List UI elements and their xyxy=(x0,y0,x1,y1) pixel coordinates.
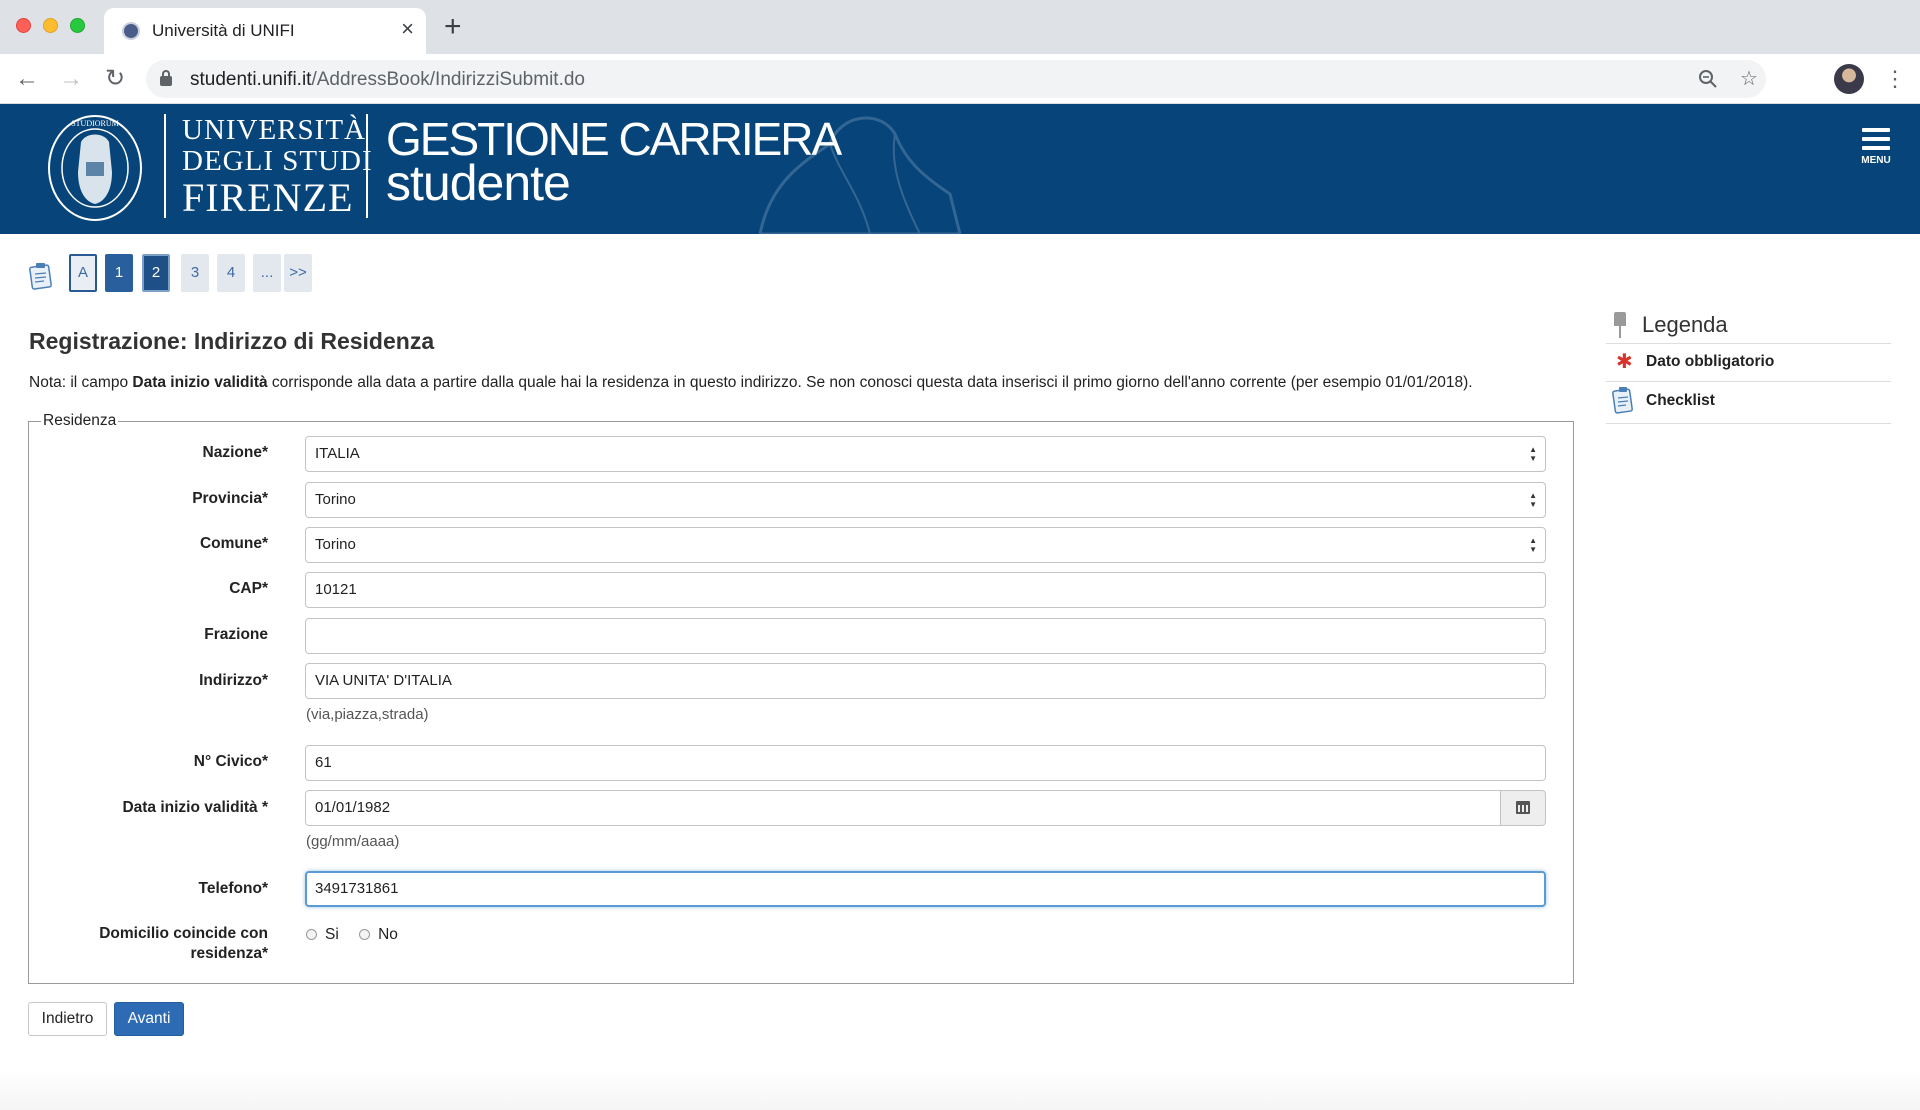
indirizzo-hint: (via,piazza,strada) xyxy=(306,706,429,723)
comune-label: Comune* xyxy=(199,535,268,552)
nazione-value: ITALIA xyxy=(315,445,360,462)
browser-tab-bar: Università di UNIFI × + xyxy=(0,0,1920,54)
reload-icon[interactable]: ↻ xyxy=(100,64,130,94)
svg-text:STUDIORUM: STUDIORUM xyxy=(71,119,119,128)
data-inizio-label: Data inizio validità * xyxy=(122,799,268,816)
domicilio-no-option[interactable]: No xyxy=(359,926,398,944)
forward-arrow-icon[interactable]: → xyxy=(56,64,86,94)
more-options-icon[interactable]: ⋮ xyxy=(1884,64,1906,94)
calendar-icon xyxy=(1516,801,1530,814)
window-close-button[interactable] xyxy=(16,18,31,33)
close-tab-icon[interactable]: × xyxy=(401,18,414,40)
browser-tab[interactable]: Università di UNIFI × xyxy=(104,8,426,54)
telefono-label: Telefono* xyxy=(198,880,268,897)
provincia-value: Torino xyxy=(315,491,356,508)
cap-input[interactable]: 10121 xyxy=(305,572,1546,608)
select-arrows-icon: ▲ ▼ xyxy=(1529,491,1537,509)
application-name: GESTIONE CARRIERA studente xyxy=(386,113,842,212)
step-next[interactable]: >> xyxy=(284,254,312,292)
banner-divider xyxy=(366,114,368,218)
step-2[interactable]: 2 xyxy=(142,254,170,292)
frazione-label: Frazione xyxy=(204,626,268,643)
radio-no[interactable] xyxy=(359,929,371,941)
page-footer-area xyxy=(0,1070,1920,1110)
comune-value: Torino xyxy=(315,536,356,553)
unifi-favicon-icon xyxy=(122,22,140,40)
checklist-icon[interactable] xyxy=(28,262,54,290)
window-minimize-button[interactable] xyxy=(43,18,58,33)
civico-input[interactable]: 61 xyxy=(305,745,1546,781)
new-tab-icon[interactable]: + xyxy=(444,12,462,42)
domicilio-label: Domicilio coincide con residenza* xyxy=(99,925,268,962)
legend-title: Legenda xyxy=(1642,312,1728,337)
domicilio-radio-group: Si No xyxy=(306,926,414,944)
cap-label: CAP* xyxy=(229,580,268,597)
nazione-label: Nazione* xyxy=(202,444,268,461)
validity-note: Nota: il campo Data inizio validità corr… xyxy=(29,374,1473,391)
comune-select[interactable]: Torino ▲ ▼ xyxy=(305,527,1546,563)
legend-checklist-label[interactable]: Checklist xyxy=(1646,392,1715,410)
browser-toolbar: ← → ↻ studenti.unifi.it/AddressBook/Indi… xyxy=(0,54,1920,104)
hamburger-icon xyxy=(1862,128,1890,132)
calendar-button[interactable] xyxy=(1501,790,1546,826)
address-bar[interactable]: studenti.unifi.it/AddressBook/IndirizziS… xyxy=(146,60,1766,98)
step-1[interactable]: 1 xyxy=(105,254,133,292)
civico-label: N° Civico* xyxy=(193,753,268,770)
step-a[interactable]: A xyxy=(69,254,97,292)
indirizzo-label: Indirizzo* xyxy=(199,672,268,689)
step-3[interactable]: 3 xyxy=(181,254,209,292)
required-star-icon: ✱ xyxy=(1616,351,1633,373)
select-arrows-icon: ▲ ▼ xyxy=(1529,536,1537,554)
data-inizio-input[interactable]: 01/01/1982 xyxy=(305,790,1501,826)
nazione-select[interactable]: ITALIA ▲ ▼ xyxy=(305,436,1546,472)
menu-button[interactable]: MENU xyxy=(1856,128,1896,178)
university-seal-logo: STUDIORUM xyxy=(48,115,142,221)
provincia-label: Provincia* xyxy=(192,490,268,507)
url-text: studenti.unifi.it/AddressBook/IndirizziS… xyxy=(190,69,585,90)
site-banner: STUDIORUM UNIVERSITÀ DEGLI STUDI FIRENZE… xyxy=(0,104,1920,234)
step-more[interactable]: ... xyxy=(253,254,281,292)
lock-icon xyxy=(160,70,172,86)
page-title: Registrazione: Indirizzo di Residenza xyxy=(29,328,435,354)
profile-avatar[interactable] xyxy=(1834,64,1864,94)
fieldset-legend: Residenza xyxy=(43,412,117,429)
tab-title: Università di UNIFI xyxy=(152,21,295,40)
domicilio-si-option[interactable]: Si xyxy=(306,926,339,944)
star-bookmark-icon[interactable]: ☆ xyxy=(1740,66,1758,91)
radio-si[interactable] xyxy=(306,929,317,941)
legend-checklist-row[interactable]: Checklist xyxy=(1606,382,1891,424)
university-name: UNIVERSITÀ DEGLI STUDI FIRENZE xyxy=(182,114,373,220)
legend-header: Legenda xyxy=(1606,308,1891,344)
back-arrow-icon[interactable]: ← xyxy=(12,64,42,94)
window-zoom-button[interactable] xyxy=(70,18,85,33)
zoom-icon[interactable] xyxy=(1698,69,1718,89)
checklist-icon xyxy=(1612,387,1633,414)
select-arrows-icon: ▲ ▼ xyxy=(1529,445,1537,463)
legend-required-row: ✱ Dato obbligatorio xyxy=(1606,344,1891,382)
avanti-button[interactable]: Avanti xyxy=(114,1002,184,1036)
frazione-input[interactable] xyxy=(305,618,1546,654)
indietro-button[interactable]: Indietro xyxy=(28,1002,107,1036)
provincia-select[interactable]: Torino ▲ ▼ xyxy=(305,482,1546,518)
step-4[interactable]: 4 xyxy=(217,254,245,292)
data-inizio-hint: (gg/mm/aaaa) xyxy=(306,833,400,850)
banner-divider xyxy=(164,114,166,218)
pin-icon xyxy=(1612,312,1628,338)
legend-required-label: Dato obbligatorio xyxy=(1646,353,1775,370)
telefono-input[interactable]: 3491731861 xyxy=(305,871,1546,907)
indirizzo-input[interactable]: VIA UNITA' D'ITALIA xyxy=(305,663,1546,699)
